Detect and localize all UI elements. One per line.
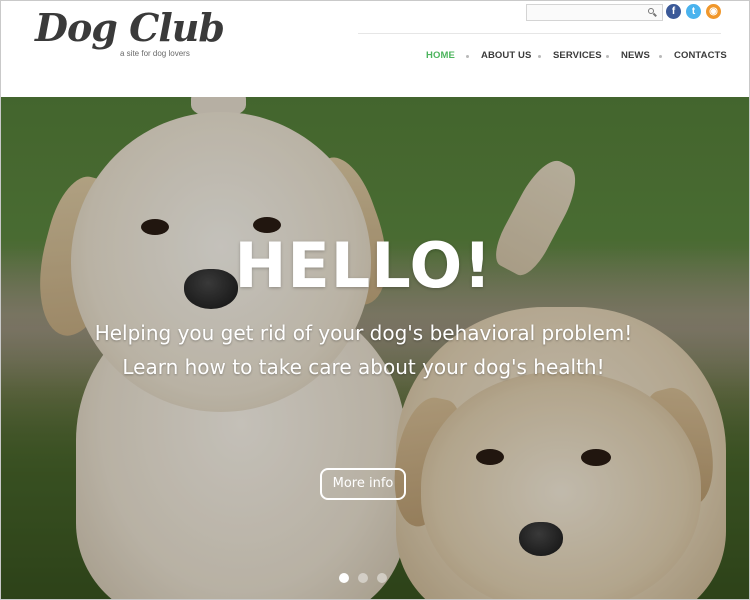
hero-title: HELLO! (234, 229, 493, 302)
nav-item-services[interactable]: SERVICES (553, 50, 602, 61)
nav-separator (538, 55, 541, 58)
twitter-icon[interactable]: t (686, 4, 701, 19)
nav-item-home[interactable]: HOME (426, 50, 455, 61)
nav-item-contacts[interactable]: CONTACTS (674, 50, 727, 61)
more-info-button[interactable]: More info (320, 468, 406, 500)
hero-subtitle-line-1: Helping you get rid of your dog's behavi… (94, 321, 633, 345)
main-nav: HOME ABOUT US SERVICES NEWS CONTACTS (1, 50, 749, 64)
nav-separator (466, 55, 469, 58)
search-input[interactable] (527, 5, 645, 20)
hero-overlay (1, 97, 749, 599)
search-box (526, 4, 663, 21)
slider-pagination (1, 573, 749, 585)
facebook-icon[interactable]: f (666, 4, 681, 19)
slider-dot[interactable] (358, 573, 368, 583)
slider-dot[interactable] (339, 573, 349, 583)
slider-dot[interactable] (377, 573, 387, 583)
logo-title: Dog Club (35, 5, 225, 50)
nav-item-news[interactable]: NEWS (621, 50, 650, 61)
site-header: Dog Club a site for dog lovers f t ◉ HOM… (1, 1, 749, 97)
nav-separator (659, 55, 662, 58)
search-icon[interactable] (648, 8, 657, 17)
rss-icon[interactable]: ◉ (706, 4, 721, 19)
nav-item-about-us[interactable]: ABOUT US (481, 50, 531, 61)
hero-subtitle-line-2: Learn how to take care about your dog's … (122, 355, 605, 379)
page-frame: Dog Club a site for dog lovers f t ◉ HOM… (0, 0, 750, 600)
nav-separator (606, 55, 609, 58)
nav-divider (358, 33, 721, 34)
hero-slider: HELLO! Helping you get rid of your dog's… (1, 97, 749, 599)
